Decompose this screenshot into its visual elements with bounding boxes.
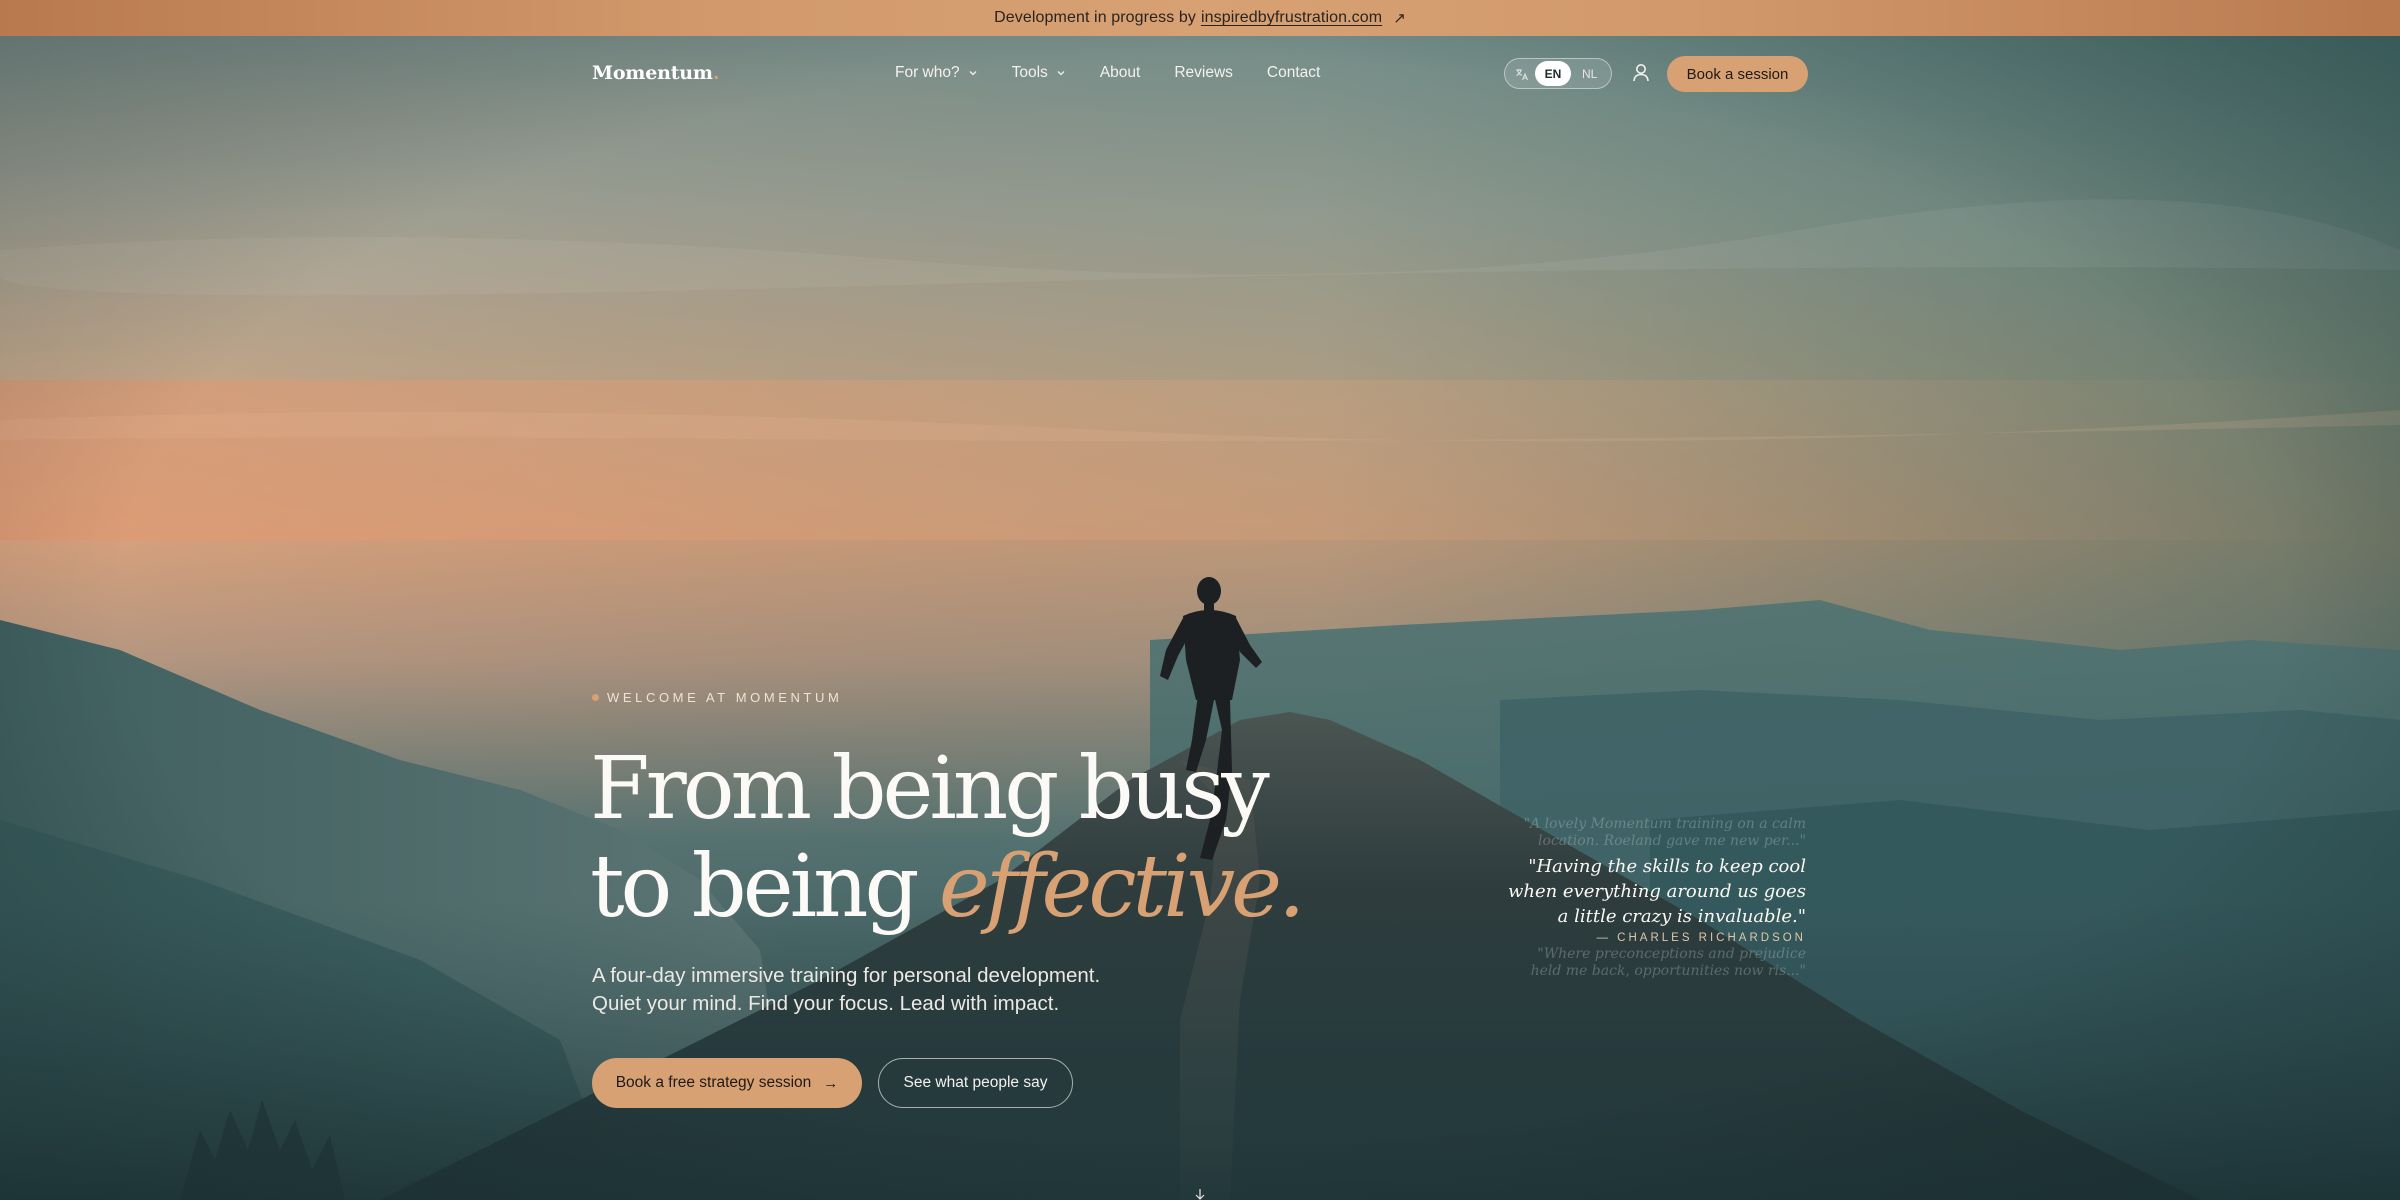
chevron-down-icon [969, 71, 977, 76]
nav-item-tools[interactable]: Tools [1012, 64, 1066, 82]
translate-icon [1516, 68, 1529, 80]
eyebrow-text: WELCOME AT MOMENTUM [607, 690, 843, 705]
nav-item-contact[interactable]: Contact [1267, 64, 1320, 82]
hero-headline: From being busy to being effective. [590, 740, 1350, 936]
language-option-nl[interactable]: NL [1582, 67, 1597, 81]
testimonial-author: — CHARLES RICHARDSON [1596, 932, 1806, 944]
nav-item-reviews[interactable]: Reviews [1174, 64, 1233, 82]
subtitle-line-1: A four-day immersive training for person… [592, 964, 1101, 987]
headline-line-1: From being busy [590, 739, 1270, 839]
nav-item-label: For who? [895, 64, 960, 81]
testimonial-ticker: "A lovely Momentum training on a calm lo… [1506, 816, 1806, 980]
scroll-down-icon[interactable] [1194, 1189, 1206, 1200]
cta-label: Book a free strategy session [615, 1074, 812, 1091]
arrow-right-icon: → [823, 1074, 839, 1092]
hero-background-image [0, 0, 2400, 1200]
main-nav: Momentum. For who? Tools About Reviews C… [0, 36, 2400, 112]
user-icon[interactable] [1631, 62, 1651, 84]
banner-link[interactable]: inspiredbyfrustration.com [1201, 9, 1382, 27]
book-session-button[interactable]: Book a session [1667, 56, 1808, 92]
language-switcher[interactable]: EN NL [1504, 58, 1612, 89]
see-reviews-button[interactable]: See what people say [878, 1058, 1073, 1108]
subtitle-line-2: Quiet your mind. Find your focus. Lead w… [592, 992, 1060, 1015]
testimonial-quote: "Having the skills to keep cool when eve… [1507, 856, 1806, 927]
hero-eyebrow: WELCOME AT MOMENTUM [592, 690, 842, 705]
testimonial-next: "Where preconceptions and prejudice held… [1530, 946, 1806, 979]
headline-line-2: to being [590, 837, 939, 937]
testimonial-previous: "A lovely Momentum training on a calm lo… [1523, 816, 1806, 849]
nav-item-label: Contact [1266, 64, 1321, 81]
eyebrow-dot-icon [592, 694, 599, 701]
nav-menu: For who? Tools About Reviews Contact [895, 64, 1354, 82]
chevron-down-icon [1057, 71, 1065, 76]
hero-subtitle: A four-day immersive training for person… [592, 962, 1212, 1018]
headline-accent: effective. [938, 837, 1305, 937]
nav-item-for-who[interactable]: For who? [895, 64, 978, 82]
language-option-en[interactable]: EN [1535, 61, 1571, 86]
dev-banner: Development in progress by inspiredbyfru… [0, 0, 2400, 36]
nav-item-about[interactable]: About [1100, 64, 1141, 82]
book-free-strategy-button[interactable]: Book a free strategy session → [592, 1058, 862, 1108]
logo[interactable]: Momentum. [592, 62, 719, 84]
banner-text: Development in progress by [994, 9, 1196, 26]
arrow-up-right-icon[interactable]: ↗ [1393, 9, 1406, 27]
nav-item-label: Tools [1011, 64, 1048, 81]
nav-item-label: About [1099, 64, 1141, 81]
nav-item-label: Reviews [1174, 64, 1233, 81]
